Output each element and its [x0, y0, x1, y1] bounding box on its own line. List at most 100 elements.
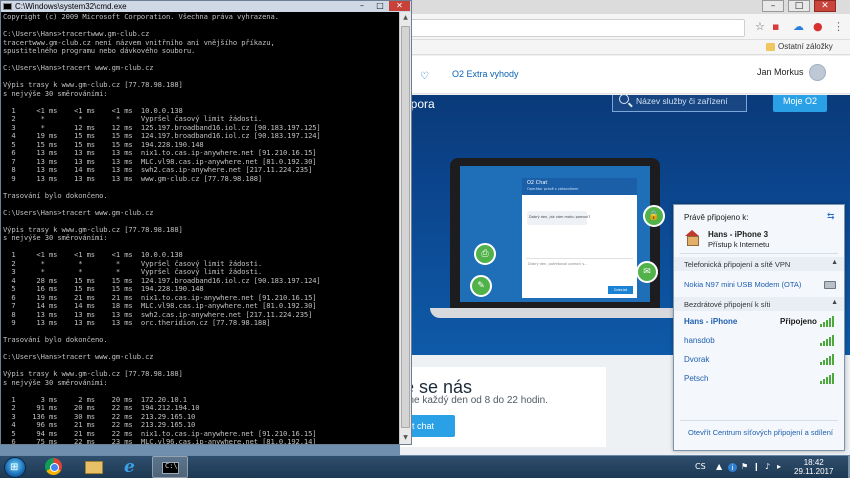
divider: [680, 420, 838, 421]
scroll-up-arrow-icon[interactable]: ▲: [400, 12, 411, 24]
service-search-input[interactable]: Název služby či zařízení: [612, 95, 747, 112]
folder-icon: [85, 461, 103, 474]
console-line: C:\Users\Hans>tracert www.gm-club.cz: [3, 352, 154, 361]
network-center-link[interactable]: Otevřít Centrum síťových připojení a sdí…: [688, 428, 833, 437]
console-scrollbar[interactable]: ▲ ▼: [399, 12, 411, 444]
language-indicator[interactable]: CS: [695, 462, 706, 471]
cmd-icon: C:\: [162, 462, 179, 474]
console-line: s nejvýše 30 směrováními:: [3, 233, 108, 242]
console-line: C:\Users\Hans>tracert www.gm-club.cz: [3, 207, 154, 217]
wifi-network-item[interactable]: Dvorak: [674, 351, 844, 369]
cmd-maximize-button[interactable]: □: [371, 1, 389, 11]
search-placeholder: Název služby či zařízení: [636, 96, 728, 106]
console-line: 6 75 ms 22 ms 23 ms MLC.vl96.cas.ip-anyw…: [3, 437, 317, 444]
extension-icon[interactable]: ▪: [772, 20, 779, 34]
wifi-network-item[interactable]: hansdob: [674, 332, 844, 350]
modem-connection[interactable]: Nokia N97 mini USB Modem (OTA): [684, 280, 801, 289]
cmd-titlebar[interactable]: C:\Windows\system32\cmd.exe – □ ✕: [1, 1, 411, 12]
contact-subtitle: line každý den od 8 do 22 hodin.: [404, 395, 548, 406]
console-line: Copyright (c) 2009 Microsoft Corporation…: [3, 12, 279, 21]
start-button[interactable]: ⊞: [4, 457, 26, 478]
network-connections-popup: Právě připojeno k: ⇆ Hans - iPhone 3 Pří…: [673, 204, 845, 451]
chat-message: Dobrý den, jak vám mohu pomoci?: [527, 211, 590, 225]
cmd-app-icon: [3, 3, 12, 10]
taskbar-chrome[interactable]: [36, 456, 72, 478]
clock[interactable]: 18:42 29.11.2017: [794, 458, 833, 476]
modem-icon: [824, 281, 836, 289]
cmd-window: C:\Windows\system32\cmd.exe – □ ✕ Copyri…: [0, 0, 412, 445]
browser-maximize-button[interactable]: □: [788, 0, 810, 12]
wifi-network-name: Hans - iPhone: [684, 317, 738, 326]
home-network-icon: [684, 230, 700, 246]
system-tray: CS ▲ i ⚑ ❙ ♪ ▸ 18:42 29.11.2017: [690, 456, 850, 478]
cmd-title: C:\Windows\system32\cmd.exe: [15, 2, 127, 11]
taskbar-internet-explorer[interactable]: e: [114, 456, 150, 478]
wifi-network-item[interactable]: Hans - iPhone Připojeno: [674, 313, 844, 331]
internet-explorer-icon: e: [124, 457, 135, 477]
user-name[interactable]: Jan Morkus: [757, 67, 804, 77]
chevron-up-icon: ▲: [831, 299, 838, 306]
wifi-network-name: Petsch: [684, 374, 709, 383]
vpn-section-header[interactable]: Telefonická připojení a sítě VPN ▲: [674, 257, 844, 271]
taskbar-cmd[interactable]: C:\: [152, 456, 188, 478]
bookmark-star-icon[interactable]: ☆: [755, 20, 765, 34]
console-line: s nejvýše 30 směrováními:: [3, 88, 108, 98]
connected-heading: Právě připojeno k:: [684, 213, 749, 222]
avatar[interactable]: [809, 64, 826, 81]
current-network-status: Přístup k Internetu: [708, 240, 770, 249]
vpn-section-label: Telefonická připojení a sítě VPN: [684, 260, 791, 269]
scrollbar-thumb[interactable]: [401, 26, 410, 428]
console-output[interactable]: Copyright (c) 2009 Microsoft Corporation…: [1, 12, 399, 444]
network-signal-icon[interactable]: ❙: [753, 462, 760, 472]
cloud-extension-icon[interactable]: ☁: [793, 20, 804, 34]
address-bar[interactable]: [410, 19, 745, 37]
o2-extra-link[interactable]: O2 Extra vyhody: [452, 69, 519, 79]
cmd-minimize-button[interactable]: –: [353, 1, 371, 11]
current-network-name: Hans - iPhone 3: [708, 230, 769, 239]
browser-toolbar: ☆ ▪ ☁ ● ⋮: [400, 14, 850, 40]
refresh-icon[interactable]: ⇆: [827, 211, 835, 222]
wifi-signal-icon: [820, 335, 834, 346]
paperclip-icon: ✎: [470, 275, 492, 297]
divider: [680, 253, 838, 254]
browser-menu-icon[interactable]: ⋮: [833, 20, 844, 34]
taskbar: ⊞ e C:\ CS ▲ i ⚑ ❙ ♪ ▸ 18:42 29.11.2017: [0, 455, 850, 478]
wifi-network-name: hansdob: [684, 336, 715, 345]
wifi-network-item[interactable]: Petsch: [674, 370, 844, 388]
show-hidden-icons-icon[interactable]: ▲: [716, 462, 722, 472]
wifi-network-name: Dvorak: [684, 355, 710, 364]
console-line: Trasování bylo dokončeno.: [3, 190, 108, 200]
adblock-icon[interactable]: ●: [813, 20, 823, 34]
scroll-down-arrow-icon[interactable]: ▼: [400, 432, 411, 444]
wifi-signal-icon: [820, 354, 834, 365]
console-line: C:\Users\Hans>tracert www.gm-club.cz: [3, 63, 154, 72]
chat-input-text: Dobrý den, potřeboval pomoci s...: [528, 262, 588, 266]
chrome-icon: [45, 458, 62, 475]
console-line: 9 13 ms 13 ms 13 ms www.gm-club.cz [77.7…: [3, 173, 263, 183]
browser-close-button[interactable]: ✕: [814, 0, 836, 12]
windows-logo-icon: ⊞: [10, 462, 19, 473]
moje-o2-button[interactable]: Moje O2: [773, 95, 827, 112]
browser-minimize-button[interactable]: –: [762, 0, 784, 12]
printer-icon: ⎙: [474, 243, 496, 265]
chat-input: Dobrý den, potřeboval pomoci s...: [526, 258, 633, 280]
action-center-flag-icon[interactable]: ⚑: [741, 462, 748, 472]
console-line: Trasování bylo dokončeno.: [3, 335, 108, 344]
cmd-close-button[interactable]: ✕: [389, 1, 410, 11]
search-icon: [619, 95, 629, 104]
tray-more-icon[interactable]: ▸: [777, 462, 781, 472]
chat-window-illustration: O2 Chat Operátor právě s zákazníkem Dobr…: [522, 178, 637, 298]
console-line: spustitelného programu nebo dávkového so…: [3, 46, 196, 55]
volume-icon[interactable]: ♪: [765, 462, 770, 472]
taskbar-explorer[interactable]: [76, 456, 112, 478]
wifi-network-status: Připojeno: [780, 317, 817, 326]
o2-site-header: ♡ O2 Extra vyhody Jan Morkus: [400, 56, 850, 94]
console-text: Copyright (c) 2009 Microsoft Corporation…: [3, 12, 321, 444]
wifi-signal-icon: [820, 373, 834, 384]
wireless-section-header[interactable]: Bezdrátové připojení k síti ▲: [674, 297, 844, 311]
other-bookmarks-link[interactable]: Ostatní záložky: [778, 42, 833, 51]
chat-subtitle: Operátor právě s zákazníkem: [527, 187, 579, 191]
info-icon[interactable]: i: [728, 463, 737, 472]
diamond-icon: ♡: [420, 71, 429, 82]
bookmarks-bar: Ostatní záložky: [400, 40, 850, 55]
